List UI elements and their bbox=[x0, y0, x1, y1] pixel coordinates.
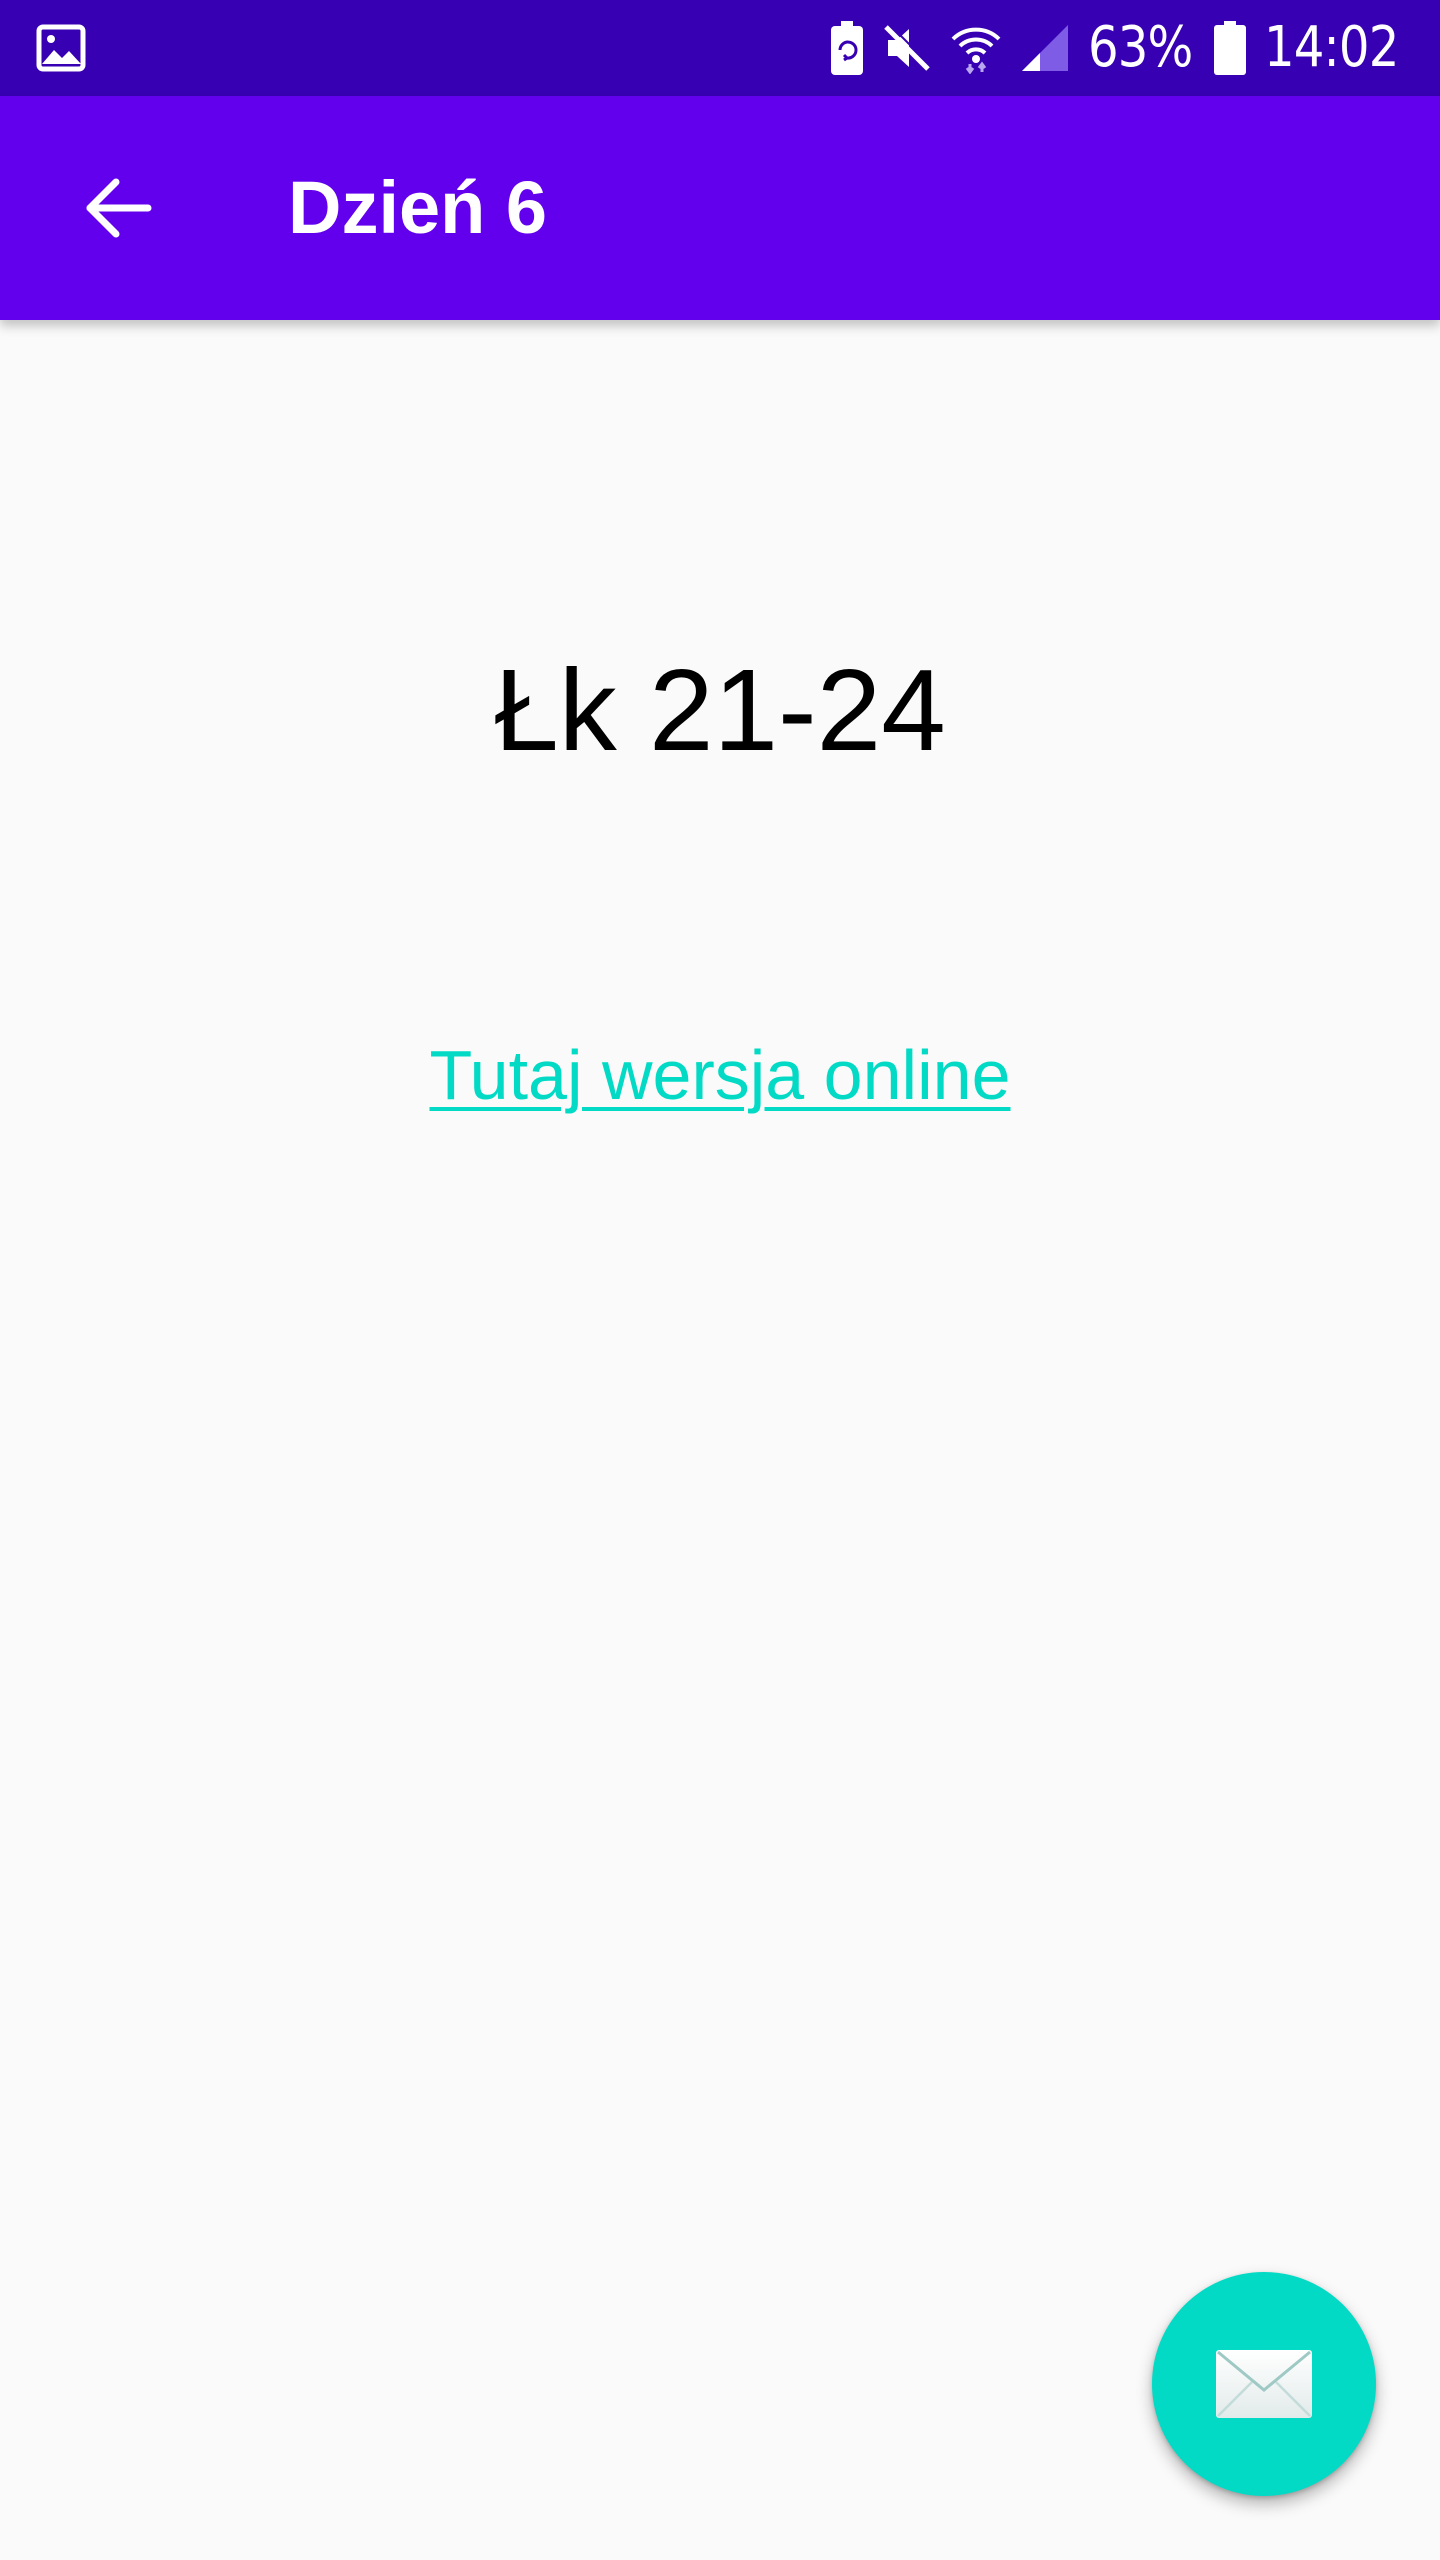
clock: 14:02 bbox=[1263, 15, 1399, 80]
envelope-icon bbox=[1216, 2350, 1312, 2418]
mute-icon bbox=[884, 23, 932, 71]
signal-icon bbox=[1022, 25, 1069, 71]
online-link-row: Tutaj wersja online bbox=[0, 1030, 1440, 1120]
battery-icon bbox=[1213, 21, 1246, 75]
email-fab[interactable] bbox=[1152, 2272, 1376, 2496]
status-icons: 63% 14:02 bbox=[830, 0, 1400, 96]
wifi-icon bbox=[951, 27, 1001, 74]
reading-reference: Łk 21-24 bbox=[494, 645, 946, 775]
back-button[interactable] bbox=[56, 146, 180, 270]
gallery-notification-icon bbox=[36, 24, 86, 72]
status-bar: 63% 14:02 bbox=[0, 0, 1440, 96]
arrow-back-icon bbox=[86, 178, 152, 238]
battery-saver-icon bbox=[831, 21, 864, 75]
app-bar: Dzień 6 bbox=[0, 96, 1440, 320]
online-version-link[interactable]: Tutaj wersja online bbox=[429, 1036, 1010, 1114]
page-title: Dzień 6 bbox=[288, 166, 548, 249]
screen: 63% 14:02 Dzień 6 Łk 21-24 Tutaj wersja … bbox=[0, 0, 1440, 2560]
battery-percent: 63% bbox=[1088, 15, 1193, 80]
